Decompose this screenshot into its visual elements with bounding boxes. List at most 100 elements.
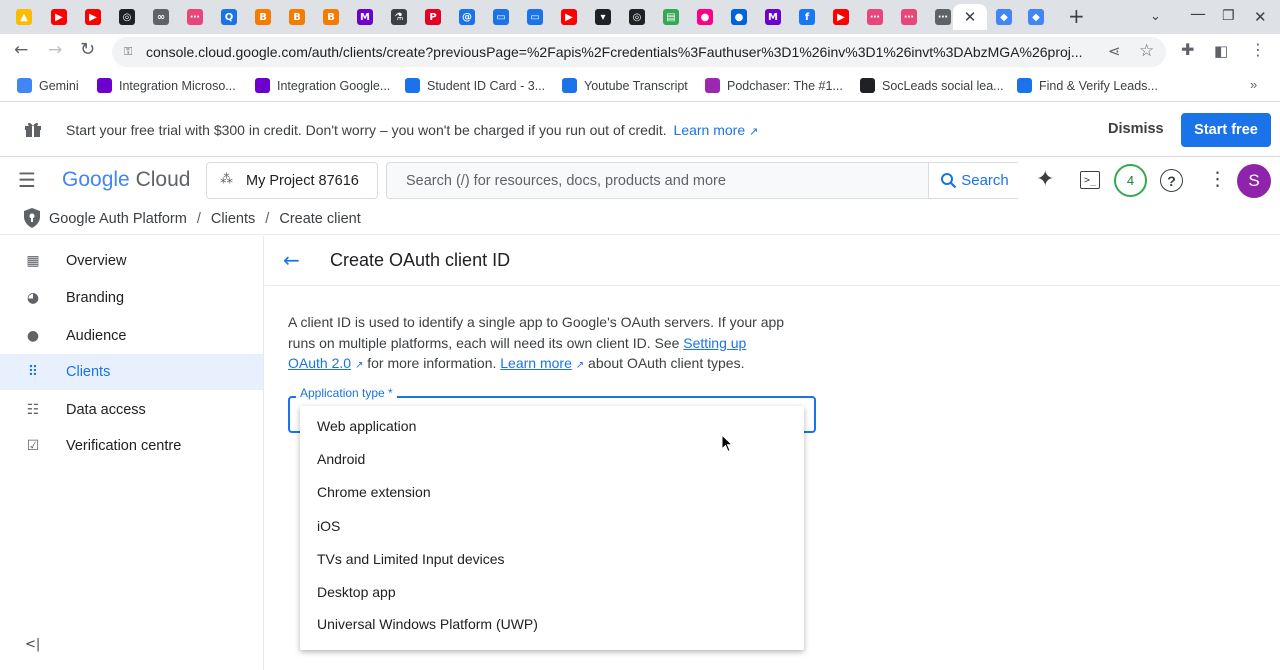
bookmark-item[interactable]: Integration Google... — [255, 78, 390, 93]
browser-tab[interactable]: ▶ — [827, 4, 855, 30]
side-panel-icon[interactable]: ◧ — [1214, 42, 1228, 60]
option-web-application[interactable]: Web application — [317, 418, 416, 434]
close-tab-icon[interactable]: ✕ — [964, 8, 977, 26]
browser-tab[interactable]: ▭ — [487, 4, 515, 30]
sidebar-item-label: Data access — [66, 402, 146, 418]
browser-tab[interactable]: ▭ — [521, 4, 549, 30]
search-input[interactable]: Search (/) for resources, docs, products… — [406, 173, 726, 189]
site-info-icon[interactable]: ⚿ — [124, 45, 132, 59]
extensions-icon[interactable]: ✚ — [1181, 40, 1194, 59]
browser-tab[interactable]: B — [317, 4, 345, 30]
close-window-icon[interactable]: ✕ — [1254, 8, 1267, 26]
search-button-label: Search — [961, 172, 1009, 189]
browser-tab[interactable]: @ — [453, 4, 481, 30]
search-button[interactable]: Search — [928, 163, 1020, 198]
collapse-sidebar-icon[interactable]: <| — [25, 637, 40, 652]
bookmarks-bar: Gemini Integration Microso... Integration … — [0, 70, 1280, 102]
reload-icon[interactable]: ↻ — [80, 39, 95, 60]
sidebar-item-audience[interactable]: ● Audience — [0, 318, 263, 354]
bookmark-favicon-icon — [705, 78, 720, 93]
browser-tab[interactable]: M — [351, 4, 379, 30]
browser-tab[interactable]: ◆ — [990, 4, 1018, 30]
option-tvs-limited-input[interactable]: TVs and Limited Input devices — [317, 551, 505, 567]
grid-icon: ⠿ — [27, 364, 39, 380]
notifications-badge[interactable]: 4 — [1114, 164, 1147, 197]
browser-tab[interactable]: ∞ — [147, 4, 175, 30]
breadcrumb-auth-platform[interactable]: Google Auth Platform — [49, 211, 187, 227]
active-tab[interactable]: ✕ — [953, 4, 987, 30]
console-search[interactable]: Search (/) for resources, docs, products… — [386, 162, 1020, 199]
browser-tab[interactable]: ● — [725, 4, 753, 30]
sidebar-item-clients[interactable]: ⠿ Clients — [0, 354, 263, 390]
option-chrome-extension[interactable]: Chrome extension — [317, 484, 431, 500]
browser-tab[interactable]: B — [249, 4, 277, 30]
sidebar-item-branding[interactable]: ◕ Branding — [0, 280, 263, 316]
dismiss-button[interactable]: Dismiss — [1108, 121, 1164, 137]
bookmarks-overflow-icon[interactable]: » — [1250, 77, 1257, 92]
browser-tab[interactable]: ◆ — [1022, 4, 1050, 30]
new-tab-icon[interactable]: + — [1068, 4, 1085, 28]
browser-menu-icon[interactable]: ⋮ — [1250, 40, 1266, 59]
oauth-20-link[interactable]: OAuth 2.0 — [288, 355, 351, 371]
setting-up-oauth-link[interactable]: Setting up — [683, 335, 746, 351]
bookmark-item[interactable]: Integration Microso... — [97, 78, 236, 93]
browser-tab[interactable]: ⋯ — [181, 4, 209, 30]
hamburger-menu-icon[interactable]: ☰ — [18, 168, 36, 192]
browser-tab[interactable]: ▾ — [589, 4, 617, 30]
bookmark-item[interactable]: Find & Verify Leads... — [1017, 78, 1158, 93]
sidebar-item-overview[interactable]: ▦ Overview — [0, 243, 263, 279]
google-cloud-logo[interactable]: Google Cloud — [62, 168, 190, 192]
browser-tab[interactable]: ▶ — [79, 4, 107, 30]
browser-tab[interactable]: ⋯ — [895, 4, 923, 30]
forward-icon[interactable]: → — [48, 40, 62, 60]
sheets-icon: ▤ — [663, 9, 679, 25]
bookmark-item[interactable]: Gemini — [17, 78, 79, 93]
sidebar-item-data-access[interactable]: ☷ Data access — [0, 392, 263, 428]
sidebar-item-verification-centre[interactable]: ☑ Verification centre — [0, 428, 263, 464]
browser-tab[interactable]: ▶ — [555, 4, 583, 30]
bookmark-item[interactable]: Youtube Transcript — [562, 78, 688, 93]
browser-tab[interactable]: B — [283, 4, 311, 30]
browser-tab[interactable]: f — [793, 4, 821, 30]
gemini-sparkle-icon[interactable]: ✦ — [1036, 167, 1054, 192]
tab-search-chevron-icon[interactable]: ⌄ — [1150, 9, 1161, 24]
back-icon[interactable]: ← — [14, 40, 28, 60]
browser-tab[interactable]: ▶ — [45, 4, 73, 30]
breadcrumb-clients[interactable]: Clients — [211, 211, 255, 227]
avatar[interactable]: S — [1237, 164, 1271, 198]
share-icon[interactable]: ⋖ — [1108, 42, 1121, 60]
browser-tab[interactable]: ▤ — [657, 4, 685, 30]
browser-tab[interactable]: ◎ — [623, 4, 651, 30]
more-options-icon[interactable]: ⋮ — [1208, 168, 1227, 190]
browser-tab[interactable]: Q — [215, 4, 243, 30]
cloud-shell-icon[interactable]: >_ — [1080, 171, 1100, 189]
address-bar[interactable]: ⚿ console.cloud.google.com/auth/clients/… — [112, 37, 1166, 67]
url-text[interactable]: console.cloud.google.com/auth/clients/cr… — [146, 44, 1106, 60]
option-ios[interactable]: iOS — [317, 518, 340, 534]
help-icon[interactable]: ? — [1160, 169, 1183, 192]
restore-icon[interactable]: ❐ — [1222, 8, 1235, 24]
minimize-icon[interactable]: — — [1190, 4, 1206, 23]
bookmark-item[interactable]: Podchaser: The #1... — [705, 78, 843, 93]
search-icon — [941, 173, 957, 189]
browser-tab[interactable]: ⚗ — [385, 4, 413, 30]
start-free-button[interactable]: Start free — [1181, 113, 1271, 147]
option-desktop-app[interactable]: Desktop app — [317, 584, 396, 600]
bookmark-label: Student ID Card - 3... — [427, 78, 546, 93]
bookmark-item[interactable]: Student ID Card - 3... — [405, 78, 545, 93]
bookmark-item[interactable]: SocLeads social lea... — [860, 78, 1004, 93]
project-picker[interactable]: ⁂ My Project 87616 — [206, 162, 378, 199]
option-android[interactable]: Android — [317, 451, 365, 467]
browser-tab[interactable]: M — [759, 4, 787, 30]
back-arrow-icon[interactable]: ← — [283, 248, 300, 272]
bookmark-star-icon[interactable]: ☆ — [1139, 41, 1154, 61]
option-uwp[interactable]: Universal Windows Platform (UWP) — [317, 616, 538, 632]
banner-learn-more-link[interactable]: Learn more ↗ — [674, 122, 759, 138]
learn-more-link[interactable]: Learn more — [500, 355, 572, 371]
browser-tab[interactable]: P — [419, 4, 447, 30]
browser-tab[interactable]: ⋯ — [861, 4, 889, 30]
shield-icon: ◆ — [1028, 9, 1044, 25]
browser-tab[interactable]: ▲ — [10, 4, 38, 30]
browser-tab[interactable]: ◎ — [113, 4, 141, 30]
browser-tab[interactable]: ● — [691, 4, 719, 30]
